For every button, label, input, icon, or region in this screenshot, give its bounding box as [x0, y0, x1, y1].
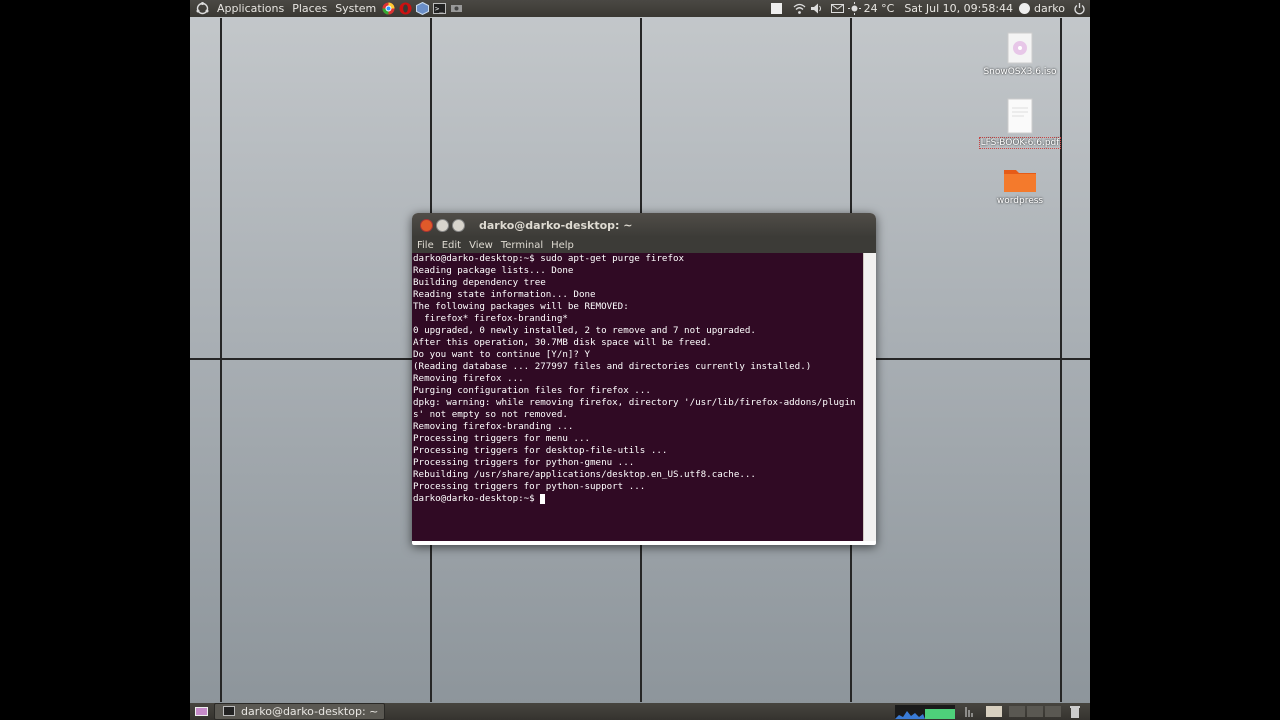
grid-line [220, 18, 222, 702]
taskbar-item-label: darko@darko-desktop: ~ [241, 705, 379, 718]
weather-temperature[interactable]: 24 °C [864, 2, 895, 15]
workspace-switcher-icon[interactable] [986, 705, 1002, 718]
chrome-icon[interactable] [382, 2, 395, 15]
window-title: darko@darko-desktop: ~ [479, 218, 633, 232]
terminal-line: Removing firefox-branding ... [413, 421, 574, 432]
terminal-line: Processing triggers for menu ... [413, 433, 591, 444]
window-titlebar[interactable]: darko@darko-desktop: ~ [412, 213, 876, 237]
wifi-icon[interactable] [793, 2, 806, 15]
terminal-line: Processing triggers for python-support .… [413, 481, 646, 492]
terminal-line: After this operation, 30.7MB disk space … [413, 337, 712, 348]
virtualbox-icon[interactable] [416, 1, 430, 16]
terminal-line: (Reading database ... 277997 files and d… [413, 361, 812, 372]
menu-places[interactable]: Places [292, 2, 327, 15]
terminal-line: Do you want to continue [Y/n]? Y [413, 349, 591, 360]
terminal-line: s' not empty so not removed. [413, 409, 568, 420]
terminal-prompt-line[interactable]: darko@darko-desktop:~$ [413, 493, 864, 505]
bottom-panel: darko@darko-desktop: ~ [190, 703, 1090, 720]
disc-image-icon [1007, 32, 1033, 64]
user-status-icon[interactable] [1018, 2, 1031, 15]
terminal-cursor [540, 493, 546, 504]
terminal-launcher-icon[interactable]: >_ [433, 2, 447, 15]
desktop-icon-pdf[interactable]: LFS-BOOK-6.6.pdf [975, 98, 1065, 149]
minimize-icon[interactable] [436, 218, 449, 232]
terminal-line: The following packages will be REMOVED: [413, 301, 629, 312]
power-icon[interactable] [1073, 2, 1086, 15]
terminal-line: Processing triggers for python-gmenu ... [413, 457, 635, 468]
terminal-line: Purging configuration files for firefox … [413, 385, 651, 396]
pdf-document-icon [1007, 98, 1033, 134]
trash-icon[interactable] [1069, 705, 1082, 718]
desktop-icon-folder[interactable]: wordpress [975, 165, 1065, 206]
weather-sun-icon[interactable] [847, 2, 861, 15]
terminal-line: Reading package lists... Done [413, 265, 574, 276]
network-activity-icon[interactable] [963, 705, 976, 718]
volume-icon[interactable] [810, 2, 823, 15]
terminal-scrollbar[interactable] [863, 253, 876, 541]
top-panel: Applications Places System >_ 24 °C Sat … [190, 0, 1090, 17]
maximize-icon[interactable] [452, 218, 465, 232]
desktop-icon-iso[interactable]: SnowOSX3.6.iso [975, 32, 1065, 77]
terminal-line: Building dependency tree [413, 277, 546, 288]
terminal-line: 0 upgraded, 0 newly installed, 2 to remo… [413, 325, 756, 336]
mail-icon[interactable] [830, 2, 844, 15]
clock[interactable]: Sat Jul 10, 09:58:44 [904, 2, 1013, 15]
menu-edit[interactable]: Edit [442, 240, 461, 251]
desktop-icon-label: SnowOSX3.6.iso [983, 67, 1057, 77]
terminal-line: Rebuilding /usr/share/applications/deskt… [413, 469, 756, 480]
menu-terminal[interactable]: Terminal [501, 240, 543, 251]
terminal-line: darko@darko-desktop:~$ sudo apt-get purg… [413, 253, 685, 264]
terminal-output[interactable]: darko@darko-desktop:~$ sudo apt-get purg… [412, 253, 864, 541]
desktop-icon-label: wordpress [996, 196, 1044, 206]
user-name[interactable]: darko [1034, 2, 1065, 15]
desktop: Applications Places System >_ 24 °C Sat … [190, 0, 1090, 720]
terminal-prompt: darko@darko-desktop:~$ [413, 493, 541, 504]
svg-text:>_: >_ [435, 5, 444, 13]
screenshot-icon[interactable] [450, 2, 463, 15]
menu-help[interactable]: Help [551, 240, 574, 251]
menu-system[interactable]: System [335, 2, 376, 15]
system-monitor-icon[interactable] [895, 704, 955, 719]
menu-file[interactable]: File [417, 240, 434, 251]
terminal-line: Removing firefox ... [413, 373, 524, 384]
ubuntu-logo-icon[interactable] [196, 2, 209, 15]
desktop-icon-label: LFS-BOOK-6.6.pdf [978, 137, 1062, 149]
close-icon[interactable] [420, 218, 433, 232]
workspace-switcher[interactable] [1009, 706, 1061, 717]
terminal-icon [223, 705, 236, 718]
show-desktop-icon[interactable] [195, 705, 208, 718]
folder-icon [1004, 170, 1036, 192]
terminal-window[interactable]: darko@darko-desktop: ~ File Edit View Te… [412, 213, 876, 545]
notification-icon[interactable] [770, 2, 783, 15]
menu-applications[interactable]: Applications [217, 2, 284, 15]
terminal-line: firefox* firefox-branding* [413, 313, 568, 324]
terminal-line: dpkg: warning: while removing firefox, d… [413, 397, 856, 408]
window-menubar: File Edit View Terminal Help [412, 237, 876, 253]
terminal-line: Reading state information... Done [413, 289, 596, 300]
terminal-line: Processing triggers for desktop-file-uti… [413, 445, 668, 456]
taskbar-item-terminal[interactable]: darko@darko-desktop: ~ [214, 703, 386, 720]
opera-icon[interactable] [399, 2, 412, 15]
menu-view[interactable]: View [469, 240, 493, 251]
